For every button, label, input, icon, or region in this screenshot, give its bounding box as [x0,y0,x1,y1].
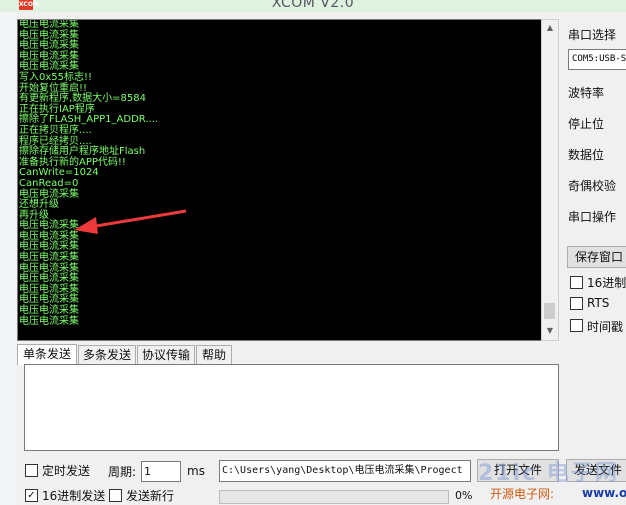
file-path-input[interactable]: C:\Users\yang\Desktop\电压电流采集\Progect [219,460,471,482]
tab-multi-send[interactable]: 多条发送 [78,345,136,364]
port-operation-label: 串口操作 [568,210,617,224]
rts-label: RTS [587,296,610,310]
terminal-line: 电压电流采集 [19,283,79,295]
terminal-line: 有更新程序,数据大小=8584 [19,93,147,105]
tab-protocol[interactable]: 协议传输 [137,345,195,364]
terminal-scrollbar[interactable]: ▲ ▼ [541,19,559,341]
terminal-line: CanWrite=1024 [19,167,99,179]
send-newline-label: 发送新行 [126,489,175,503]
hex-send-checkbox[interactable]: ✓ [25,489,38,502]
terminal-line: 电压电流采集 [19,241,79,253]
terminal-line: CanRead=0 [19,177,79,189]
terminal-line: 电压电流采集 [19,50,79,62]
terminal-line: 电压电流采集 [19,273,79,285]
hex-send-label: 16进制发送 [42,489,106,503]
hex-display-checkbox[interactable] [570,276,583,289]
period-input[interactable]: 1 [141,461,181,482]
terminal-line: 电压电流采集 [19,262,79,274]
terminal-line: 电压电流采集 [19,40,79,52]
timed-send-label: 定时发送 [42,464,91,478]
timestamp-checkbox[interactable] [570,319,583,332]
baud-rate-label: 波特率 [568,86,605,100]
window-title: XCOM V2.0 [271,0,355,11]
watermark-text: 开源电子网: [490,487,555,501]
terminal-line: 电压电流采集 [19,315,79,327]
background-window-strip [0,12,17,505]
progress-percent: 0% [455,489,473,502]
terminal-line: 电压电流采集 [19,61,79,73]
watermark-logo: 21ic 电子网 [478,461,619,486]
terminal-line: 电压电流采集 [19,188,79,200]
timestamp-label: 时间戳 [587,320,624,334]
scroll-up-icon[interactable]: ▲ [542,20,558,36]
ms-label: ms [187,464,205,478]
terminal-line: 写入0x55标志!! [19,71,93,83]
port-select[interactable]: COM5:USB-SERIAL [568,49,626,70]
terminal-line: 电压电流采集 [19,305,79,317]
scroll-thumb[interactable] [544,303,555,319]
send-newline-checkbox[interactable] [109,489,122,502]
terminal-line: 电压电流采集 [19,19,79,30]
terminal-line: 电压电流采集 [19,294,79,306]
tab-single-send[interactable]: 单条发送 [17,344,77,365]
save-window-button[interactable]: 保存窗口 [567,246,626,268]
port-select-label: 串口选择 [568,28,617,42]
hex-display-label: 16进制显示 [587,276,626,290]
timed-send-checkbox[interactable] [25,464,38,477]
send-progress-bar [219,490,449,504]
receive-terminal[interactable]: 电压电流采集 电压电流采集 电压电流采集 电压电流采集 电压电流采集 写入0x55标志!!… [17,19,543,341]
parity-label: 奇偶校验 [568,179,617,193]
annotation-arrow [74,209,187,234]
stop-bits-label: 停止位 [568,117,605,131]
tab-help[interactable]: 帮助 [196,345,232,364]
watermark-url: www.op [582,486,626,500]
terminal-line: 擦除了FLASH_APP1_ADDR.... [19,114,159,126]
terminal-line: 电压电流采集 [19,29,79,41]
scroll-down-icon[interactable]: ▼ [542,323,558,339]
terminal-line: 正在拷贝程序.... [19,124,92,136]
send-textarea[interactable] [24,364,559,451]
terminal-line: 电压电流采集 [19,252,79,264]
period-label: 周期: [108,465,137,479]
data-bits-label: 数据位 [568,148,605,162]
rts-checkbox[interactable] [570,297,583,310]
